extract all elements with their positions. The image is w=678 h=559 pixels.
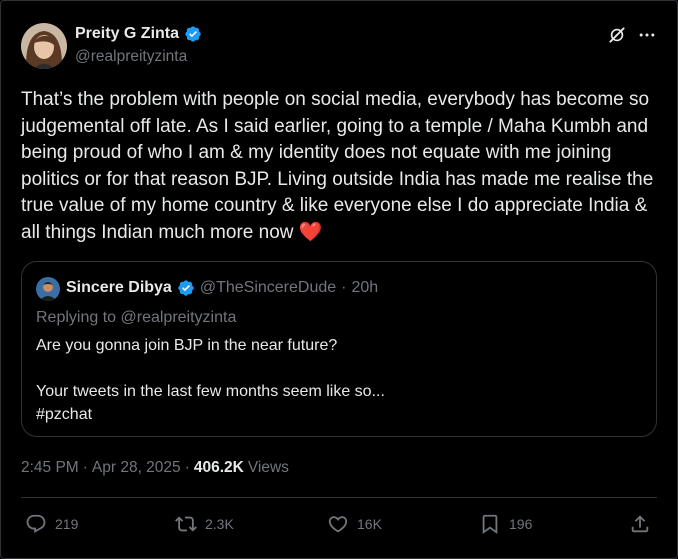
bookmark-icon <box>482 514 498 535</box>
quote-author-handle[interactable]: @TheSincereDude <box>200 279 336 297</box>
more-icon[interactable] <box>637 25 657 45</box>
quoted-tweet[interactable]: Sincere Dibya @TheSincereDude · 20h Repl… <box>21 261 657 437</box>
verified-badge-icon <box>185 26 201 42</box>
author-handle[interactable]: @realpreityzinta <box>75 48 187 66</box>
divider <box>21 497 657 498</box>
reply-count: 219 <box>55 516 79 532</box>
share-icon <box>631 515 649 533</box>
tweet-time[interactable]: 2:45 PM <box>21 459 79 477</box>
quote-avatar[interactable] <box>36 277 60 301</box>
quote-replying-to: Replying to @realpreityzinta <box>36 309 237 326</box>
quote-header: Sincere Dibya @TheSincereDude · 20h <box>66 279 378 297</box>
views-count: 406.2K <box>193 459 244 476</box>
author-name[interactable]: Preity G Zinta <box>75 25 179 43</box>
meta-separator: · <box>82 459 88 476</box>
bookmark-count: 196 <box>509 516 533 532</box>
tweet-meta: 2:45 PM · Apr 28, 2025 · 406.2K Views <box>21 459 289 477</box>
repost-count: 2.3K <box>205 516 234 532</box>
action-bar: 219 2.3K 16K 196 <box>1 513 678 539</box>
reply-icon <box>26 514 46 533</box>
quote-separator: · <box>341 279 347 296</box>
repost-button[interactable]: 2.3K <box>175 513 234 535</box>
quote-author-name[interactable]: Sincere Dibya <box>66 279 172 297</box>
views-label: Views <box>247 459 289 476</box>
verified-badge-icon <box>178 280 194 296</box>
author-avatar[interactable] <box>21 23 67 69</box>
quote-timestamp[interactable]: 20h <box>351 279 378 297</box>
tweet-card: Preity G Zinta @realpreityzinta That’s t… <box>0 0 678 559</box>
like-count: 16K <box>357 516 382 532</box>
tweet-body: That’s the problem with people on social… <box>21 89 654 243</box>
grok-icon[interactable] <box>607 25 627 45</box>
like-icon <box>328 516 348 533</box>
heart-emoji: ❤️ <box>298 221 323 243</box>
share-button[interactable] <box>629 513 651 535</box>
reply-button[interactable]: 219 <box>25 513 78 535</box>
bookmark-button[interactable]: 196 <box>479 513 532 535</box>
quote-body: Are you gonna join BJP in the near futur… <box>36 337 385 423</box>
tweet-date[interactable]: Apr 28, 2025 <box>92 459 181 477</box>
author-name-row[interactable]: Preity G Zinta <box>75 25 202 43</box>
repost-icon <box>175 516 197 532</box>
like-button[interactable]: 16K <box>327 513 382 535</box>
meta-separator: · <box>184 459 190 476</box>
tweet-text: That’s the problem with people on social… <box>21 87 661 247</box>
